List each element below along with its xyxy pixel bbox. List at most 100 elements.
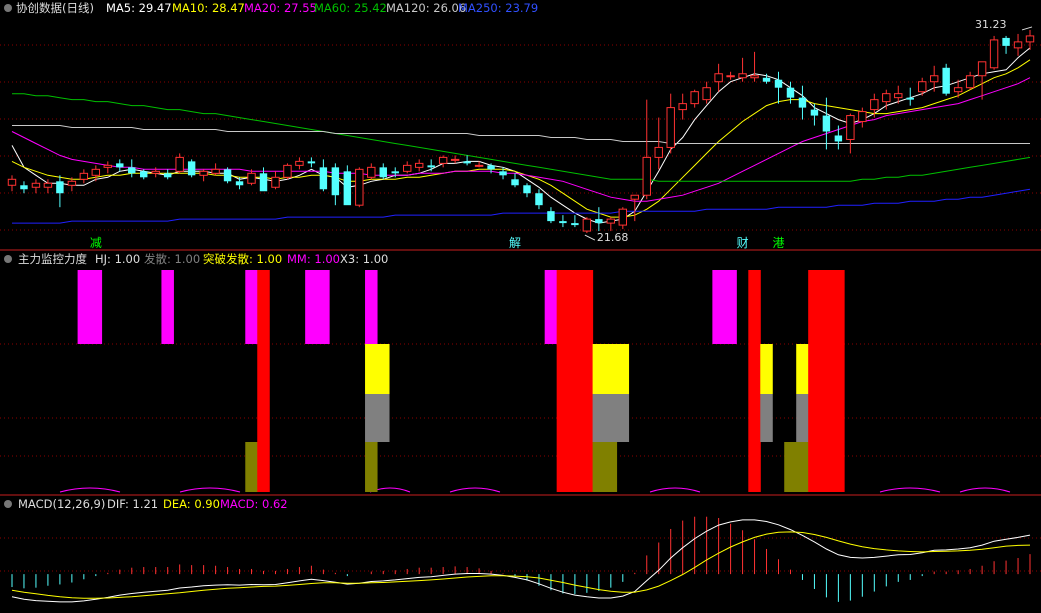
- candle-body[interactable]: [1025, 35, 1035, 43]
- indicator-bar-mm[interactable]: [317, 270, 330, 344]
- indicator-bar-fasan[interactable]: [592, 394, 606, 442]
- candle-body[interactable]: [259, 173, 268, 192]
- collapse-icon[interactable]: [4, 500, 12, 508]
- candle-body[interactable]: [438, 156, 448, 164]
- indicator-bar-hj[interactable]: [748, 270, 761, 492]
- candle-body[interactable]: [666, 107, 675, 148]
- indicator-bar-olive[interactable]: [365, 442, 378, 492]
- candle-body[interactable]: [953, 87, 963, 93]
- indicator-bar-tupo[interactable]: [796, 344, 809, 394]
- indicator-bar-tupo[interactable]: [616, 344, 630, 394]
- candle-body[interactable]: [427, 165, 435, 168]
- indicator-bar-mm[interactable]: [365, 270, 378, 344]
- candle-body[interactable]: [128, 167, 136, 174]
- candle-body[interactable]: [618, 208, 628, 226]
- candle-body[interactable]: [151, 170, 160, 174]
- candle-body[interactable]: [487, 165, 495, 170]
- indicator-bar-mm[interactable]: [77, 270, 91, 344]
- candle-body[interactable]: [822, 115, 831, 132]
- candle-body[interactable]: [463, 161, 471, 164]
- candle-body[interactable]: [798, 97, 807, 108]
- indicator-bar-mm[interactable]: [89, 270, 103, 344]
- indicator-bar-fasan[interactable]: [616, 394, 630, 442]
- candle-body[interactable]: [702, 87, 711, 101]
- candle-body[interactable]: [211, 168, 220, 174]
- candle-body[interactable]: [595, 219, 603, 224]
- candle-body[interactable]: [474, 164, 484, 167]
- candle-body[interactable]: [319, 167, 328, 190]
- candle-body[interactable]: [163, 173, 172, 178]
- candle-body[interactable]: [571, 223, 579, 226]
- candle-body[interactable]: [582, 218, 592, 232]
- collapse-icon[interactable]: [4, 4, 12, 12]
- indicator-bar-olive[interactable]: [592, 442, 606, 492]
- candle-body[interactable]: [810, 109, 819, 116]
- candle-body[interactable]: [929, 75, 939, 83]
- indicator-bar-hj[interactable]: [556, 270, 570, 492]
- chart-svg[interactable]: 31.23 21.68 减 解 财 港 协创数据(日线) MA5: 29.47 MA10: 28…: [0, 0, 1041, 613]
- candle-body[interactable]: [846, 115, 855, 140]
- indicator-bar-mm[interactable]: [161, 270, 174, 344]
- candle-body[interactable]: [989, 39, 999, 69]
- indicator-bar-olive[interactable]: [604, 442, 618, 492]
- candle-body[interactable]: [199, 170, 208, 176]
- candle-body[interactable]: [714, 73, 723, 83]
- candle-body[interactable]: [103, 164, 113, 168]
- candle-body[interactable]: [343, 171, 352, 206]
- candle-body[interactable]: [31, 182, 41, 188]
- indicator-bar-mm[interactable]: [245, 270, 258, 344]
- candle-body[interactable]: [355, 168, 364, 206]
- indicator-bar-hj[interactable]: [257, 270, 270, 492]
- candle-body[interactable]: [20, 185, 28, 190]
- candle-body[interactable]: [786, 87, 795, 98]
- indicator-bar-mm[interactable]: [305, 270, 318, 344]
- candle-body[interactable]: [654, 146, 663, 158]
- candle-body[interactable]: [762, 77, 771, 82]
- candle-body[interactable]: [870, 99, 879, 111]
- candle-body[interactable]: [858, 111, 867, 123]
- candle-body[interactable]: [834, 135, 843, 142]
- candle-body[interactable]: [116, 163, 124, 168]
- candle-body[interactable]: [283, 164, 292, 178]
- candle-body[interactable]: [235, 181, 244, 186]
- candle-body[interactable]: [1013, 41, 1023, 49]
- candle-body[interactable]: [894, 93, 903, 99]
- candle-body[interactable]: [630, 194, 639, 200]
- candle-body[interactable]: [750, 75, 759, 79]
- candle-body[interactable]: [678, 103, 687, 111]
- candle-body[interactable]: [140, 171, 148, 178]
- indicator-bar-hj[interactable]: [832, 270, 845, 492]
- candle-body[interactable]: [774, 79, 783, 88]
- candle-body[interactable]: [690, 91, 699, 105]
- indicator-bar-fasan[interactable]: [377, 394, 390, 442]
- indicator-bar-tupo[interactable]: [365, 344, 378, 394]
- candle-body[interactable]: [43, 182, 53, 188]
- indicator-bar-fasan[interactable]: [365, 394, 378, 442]
- candle-body[interactable]: [331, 167, 340, 196]
- candle-body[interactable]: [738, 73, 747, 79]
- candle-body[interactable]: [535, 193, 543, 206]
- candle-body[interactable]: [547, 211, 555, 222]
- candle-body[interactable]: [965, 75, 975, 89]
- candle-body[interactable]: [379, 167, 387, 178]
- candle-body[interactable]: [307, 161, 316, 164]
- indicator-bar-hj[interactable]: [820, 270, 833, 492]
- indicator-bar-olive[interactable]: [784, 442, 797, 492]
- indicator-bar-hj[interactable]: [568, 270, 582, 492]
- candle-body[interactable]: [175, 156, 184, 172]
- candle-body[interactable]: [187, 161, 196, 176]
- candle-body[interactable]: [223, 169, 232, 182]
- candle-body[interactable]: [247, 172, 256, 184]
- candle-body[interactable]: [67, 180, 77, 186]
- candle-body[interactable]: [91, 168, 101, 176]
- candle-body[interactable]: [1002, 37, 1010, 46]
- candle-body[interactable]: [295, 160, 304, 166]
- candle-body[interactable]: [642, 156, 651, 196]
- candle-body[interactable]: [367, 166, 376, 178]
- candle-body[interactable]: [977, 61, 987, 77]
- candle-body[interactable]: [414, 162, 424, 168]
- candle-body[interactable]: [882, 93, 891, 103]
- candle-body[interactable]: [511, 179, 519, 186]
- indicator-bar-mm[interactable]: [544, 270, 558, 344]
- indicator-bar-fasan[interactable]: [604, 394, 618, 442]
